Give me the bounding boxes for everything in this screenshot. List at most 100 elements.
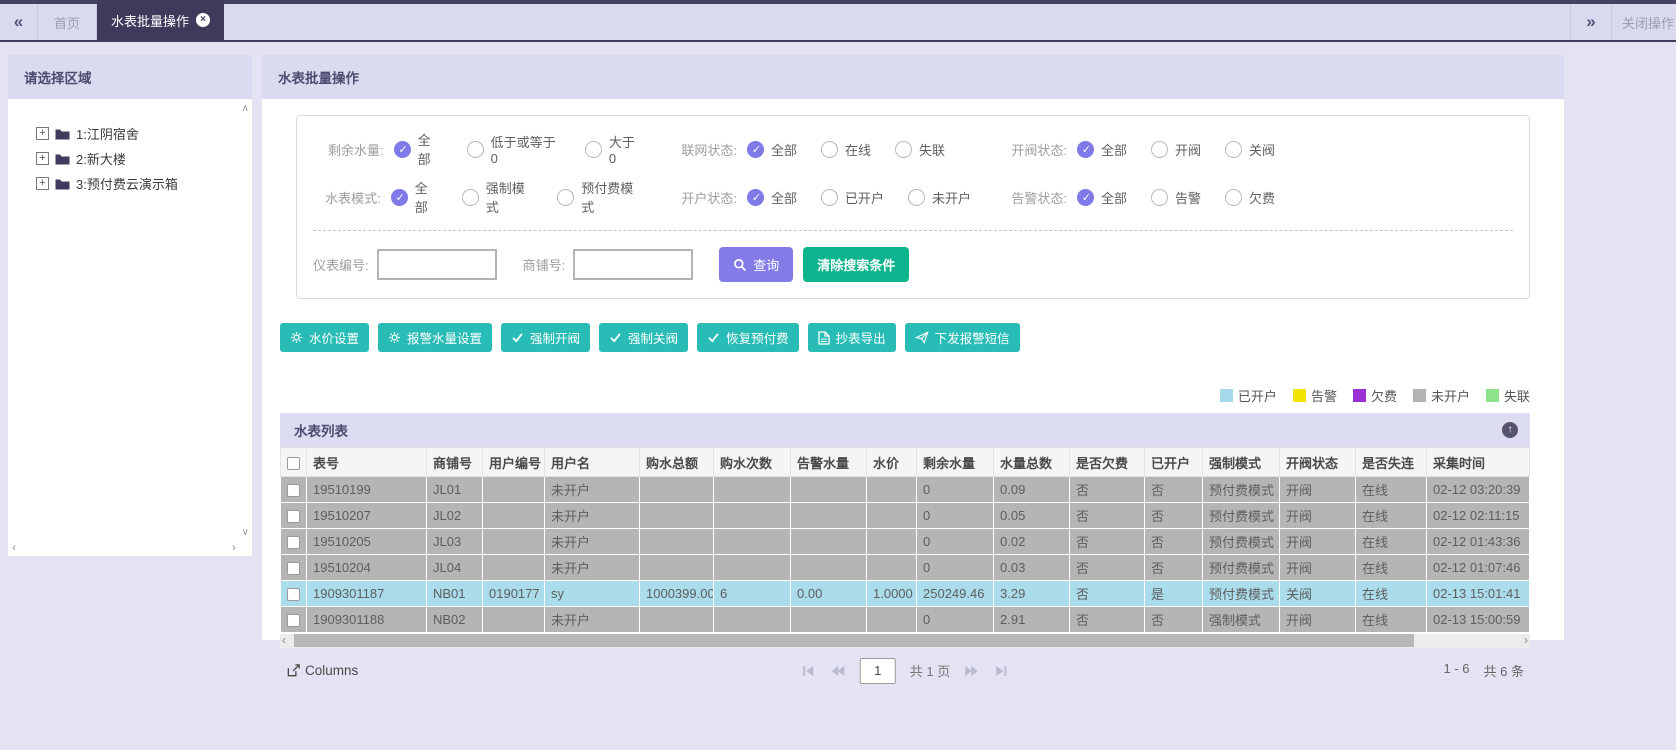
radio-option[interactable]: 关阀	[1225, 140, 1275, 159]
table-row[interactable]: 19510204 JL04 未开户 0 0.03 否 否 预付费模式 开阀	[281, 555, 1530, 581]
radio-option[interactable]: 欠费	[1225, 188, 1275, 207]
force-open-valve-button[interactable]: 强制开阀	[501, 323, 590, 352]
force-close-valve-button[interactable]: 强制关阀	[599, 323, 688, 352]
tree-scroll-right-icon[interactable]: ›	[232, 540, 236, 554]
radio-option[interactable]: 开阀	[1151, 140, 1201, 159]
cell: 19510204	[307, 555, 427, 581]
page-number-input[interactable]	[860, 658, 896, 684]
table-row[interactable]: 1909301188 NB02 未开户 0 2.91 否 否 强制模式 开阀	[281, 607, 1530, 633]
col-header[interactable]: 剩余水量	[917, 448, 994, 477]
tree-node-yufufei[interactable]: + 3:预付费云演示箱	[8, 171, 252, 196]
meter-reading-export-button[interactable]: 抄表导出	[808, 323, 896, 352]
last-page-button[interactable]	[994, 664, 1009, 678]
radio-option[interactable]: 全部	[391, 178, 438, 216]
col-header[interactable]: 表号	[307, 448, 427, 477]
col-header[interactable]: 购水总额	[640, 448, 714, 477]
tree-scroll-down-icon[interactable]: ∨	[242, 527, 249, 538]
restore-prepaid-button[interactable]: 恢复预付费	[697, 323, 799, 352]
legend-label: 已开户	[1238, 386, 1277, 405]
table-row-selected-account[interactable]: 1909301187 NB01 0190177 sy 1000399.00 6 …	[281, 581, 1530, 607]
cell: 2.91	[994, 607, 1070, 633]
cell: 开阀	[1280, 477, 1356, 503]
hscroll-left-icon[interactable]: ‹	[282, 633, 286, 647]
action-label: 水价设置	[309, 328, 359, 347]
col-header[interactable]: 采集时间	[1427, 448, 1530, 477]
close-operations-menu[interactable]: 关闭操作	[1612, 4, 1676, 40]
tree-node-jiangyin[interactable]: + 1:江阴宿舍	[8, 121, 252, 146]
prev-page-button[interactable]	[830, 664, 846, 678]
col-header[interactable]: 告警水量	[791, 448, 867, 477]
search-button[interactable]: 查询	[719, 247, 793, 282]
col-header[interactable]: 开阀状态	[1280, 448, 1356, 477]
back-to-top-icon[interactable]: ↑	[1502, 422, 1518, 438]
col-header[interactable]: 是否欠费	[1070, 448, 1145, 477]
radio-icon	[1225, 189, 1242, 206]
next-page-button[interactable]	[964, 664, 980, 678]
table-row[interactable]: 19510199 JL01 未开户 0 0.09 否 否 预付费模式 开阀	[281, 477, 1530, 503]
cell: 否	[1145, 503, 1203, 529]
row-checkbox[interactable]	[287, 614, 300, 627]
alarm-water-setting-button[interactable]: 报警水量设置	[378, 323, 492, 352]
radio-option[interactable]: 已开户	[821, 188, 884, 207]
col-header[interactable]: 是否失连	[1356, 448, 1427, 477]
row-checkbox[interactable]	[287, 562, 300, 575]
expand-plus-icon[interactable]: +	[36, 152, 49, 165]
tab-home[interactable]: 首页	[38, 4, 97, 40]
radio-option[interactable]: 全部	[1077, 188, 1127, 207]
col-header[interactable]: 商铺号	[427, 448, 483, 477]
table-row[interactable]: 19510207 JL02 未开户 0 0.05 否 否 预付费模式 开阀	[281, 503, 1530, 529]
legend-offline: 失联	[1486, 386, 1530, 405]
cell	[791, 503, 867, 529]
col-header[interactable]: 购水次数	[714, 448, 791, 477]
radio-option[interactable]: 告警	[1151, 188, 1201, 207]
row-checkbox[interactable]	[287, 484, 300, 497]
col-header[interactable]: 用户名	[545, 448, 640, 477]
radio-option[interactable]: 全部	[747, 188, 797, 207]
send-alarm-sms-button[interactable]: 下发报警短信	[905, 323, 1020, 352]
tabs-scroll-left-button[interactable]: «	[0, 4, 38, 40]
cell	[791, 607, 867, 633]
cell: 否	[1070, 581, 1145, 607]
cell: 1909301187	[307, 581, 427, 607]
row-checkbox[interactable]	[287, 510, 300, 523]
tabs-scroll-right-button[interactable]: »	[1570, 4, 1612, 40]
col-header[interactable]: 用户编号	[483, 448, 545, 477]
table-row[interactable]: 19510205 JL03 未开户 0 0.02 否 否 预付费模式 开阀	[281, 529, 1530, 555]
tab-meter-batch-active[interactable]: 水表批量操作 ×	[97, 0, 224, 40]
radio-option[interactable]: 预付费模式	[557, 178, 641, 216]
col-header[interactable]: 已开户	[1145, 448, 1203, 477]
expand-plus-icon[interactable]: +	[36, 127, 49, 140]
cell	[714, 477, 791, 503]
cell: 在线	[1356, 503, 1427, 529]
table-horizontal-scrollbar[interactable]: ‹ ›	[280, 634, 1530, 647]
row-checkbox[interactable]	[287, 588, 300, 601]
first-page-button[interactable]	[801, 664, 816, 678]
select-all-checkbox[interactable]	[287, 457, 300, 470]
columns-button[interactable]: Columns	[286, 663, 358, 678]
tree-scroll-left-icon[interactable]: ‹	[12, 540, 16, 554]
radio-option[interactable]: 全部	[747, 140, 797, 159]
radio-option[interactable]: 失联	[895, 140, 945, 159]
clear-search-button[interactable]: 清除搜索条件	[803, 247, 909, 282]
tree-node-xindalou[interactable]: + 2:新大楼	[8, 146, 252, 171]
water-price-setting-button[interactable]: 水价设置	[280, 323, 369, 352]
col-header[interactable]: 水量总数	[994, 448, 1070, 477]
radio-option[interactable]: 低于或等于0	[467, 132, 561, 166]
hscroll-right-icon[interactable]: ›	[1524, 633, 1528, 647]
shop-no-input[interactable]	[573, 249, 693, 280]
radio-option[interactable]: 未开户	[908, 188, 971, 207]
tab-close-icon[interactable]: ×	[196, 13, 210, 27]
radio-option[interactable]: 强制模式	[462, 178, 534, 216]
tree-scroll-up-icon[interactable]: ∧	[242, 103, 249, 114]
radio-option[interactable]: 在线	[821, 140, 871, 159]
radio-option[interactable]: 全部	[394, 130, 443, 168]
meter-no-input[interactable]	[377, 249, 497, 280]
radio-option[interactable]: 全部	[1077, 140, 1127, 159]
hscroll-thumb[interactable]	[294, 634, 1414, 647]
radio-option[interactable]: 大于0	[585, 132, 641, 166]
expand-plus-icon[interactable]: +	[36, 177, 49, 190]
col-header[interactable]: 强制模式	[1203, 448, 1280, 477]
row-checkbox[interactable]	[287, 536, 300, 549]
cell	[714, 529, 791, 555]
col-header[interactable]: 水价	[867, 448, 917, 477]
